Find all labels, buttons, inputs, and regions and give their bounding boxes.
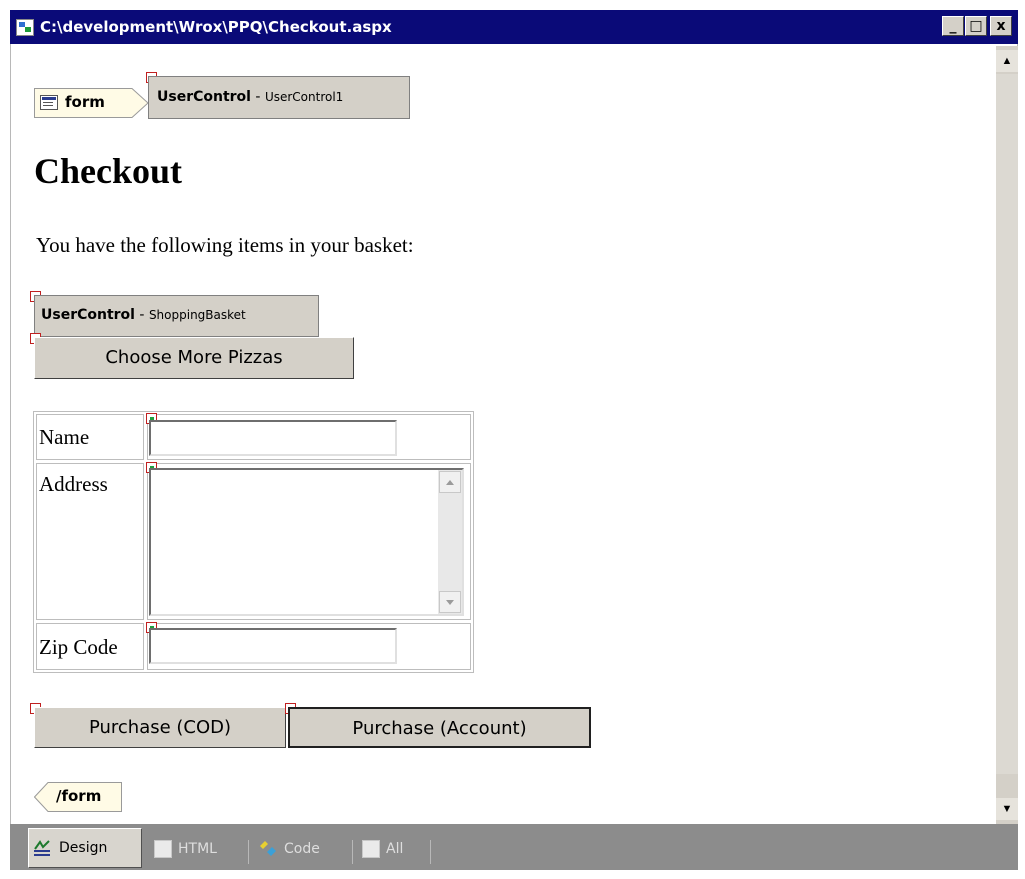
user-control-type: UserControl: [157, 89, 251, 105]
scrollbar-track[interactable]: [996, 74, 1018, 774]
user-control-separator: -: [250, 89, 265, 105]
name-label: Name: [39, 425, 90, 449]
tab-html[interactable]: HTML: [154, 832, 217, 866]
code-icon: [260, 841, 276, 856]
address-textarea[interactable]: [149, 468, 464, 616]
scroll-down-button[interactable]: ▼: [996, 798, 1018, 820]
window-title: C:\development\Wrox\PPQ\Checkout.aspx: [40, 18, 392, 36]
scroll-down-icon: ▼: [1001, 803, 1013, 815]
table-row-label-cell: Address: [36, 463, 144, 620]
page-heading: Checkout: [34, 151, 183, 191]
tab-code[interactable]: Code: [258, 832, 320, 866]
user-control-name: UserControl1: [264, 90, 344, 104]
vertical-scrollbar[interactable]: ▲ ▼: [996, 46, 1018, 824]
table-row-label-cell: Zip Code: [36, 623, 144, 670]
table-row-label-cell: Name: [36, 414, 144, 460]
user-control-shoppingbasket[interactable]: UserControl - ShoppingBasket: [34, 295, 319, 337]
scroll-up-button[interactable]: ▲: [996, 50, 1018, 72]
purchase-account-button[interactable]: Purchase (Account): [288, 707, 591, 748]
minimize-button[interactable]: _: [942, 16, 964, 36]
all-icon: [362, 840, 380, 858]
window-title-bar[interactable]: C:\development\Wrox\PPQ\Checkout.aspx _ …: [10, 10, 1018, 44]
view-tab-bar: Design HTML Code All: [10, 824, 1018, 870]
tab-all-label: All: [386, 841, 404, 857]
tab-separator: [248, 840, 249, 864]
choose-more-pizzas-button[interactable]: Choose More Pizzas: [34, 337, 354, 379]
name-input[interactable]: [149, 420, 397, 456]
user-control-name: ShoppingBasket: [148, 308, 246, 322]
address-label: Address: [39, 472, 108, 496]
scroll-down-arrow-icon: [446, 600, 454, 605]
tab-all[interactable]: All: [362, 832, 403, 866]
textarea-scroll-up-button[interactable]: [439, 471, 461, 493]
tab-html-label: HTML: [178, 841, 217, 857]
user-control-usercontrol1[interactable]: UserControl - UserControl1: [148, 76, 410, 119]
tab-design-label: Design: [59, 840, 108, 856]
tab-code-label: Code: [284, 841, 320, 857]
scroll-up-arrow-icon: [446, 480, 454, 485]
form-end-tag-label: /form: [56, 787, 102, 805]
form-start-tag[interactable]: form: [34, 88, 150, 118]
basket-intro-text: You have the following items in your bas…: [36, 233, 414, 257]
maximize-button[interactable]: □: [965, 16, 987, 36]
html-icon: [154, 840, 172, 858]
user-control-type: UserControl: [41, 307, 135, 323]
tab-design[interactable]: Design: [28, 828, 142, 868]
close-button[interactable]: x: [990, 16, 1012, 36]
tab-separator: [430, 840, 431, 864]
textarea-scroll-down-button[interactable]: [439, 591, 461, 613]
form-end-tag[interactable]: /form: [34, 782, 122, 812]
purchase-cod-button[interactable]: Purchase (COD): [34, 707, 286, 748]
document-icon: [16, 19, 34, 36]
scroll-up-icon: ▲: [1001, 55, 1013, 67]
zip-code-label: Zip Code: [39, 635, 118, 659]
tab-separator: [352, 840, 353, 864]
zip-code-input[interactable]: [149, 628, 397, 664]
design-icon: [34, 840, 50, 856]
textarea-scrollbar[interactable]: [438, 470, 462, 614]
user-control-separator: -: [134, 307, 149, 323]
form-icon: [40, 95, 58, 110]
form-tag-label: form: [65, 93, 105, 111]
